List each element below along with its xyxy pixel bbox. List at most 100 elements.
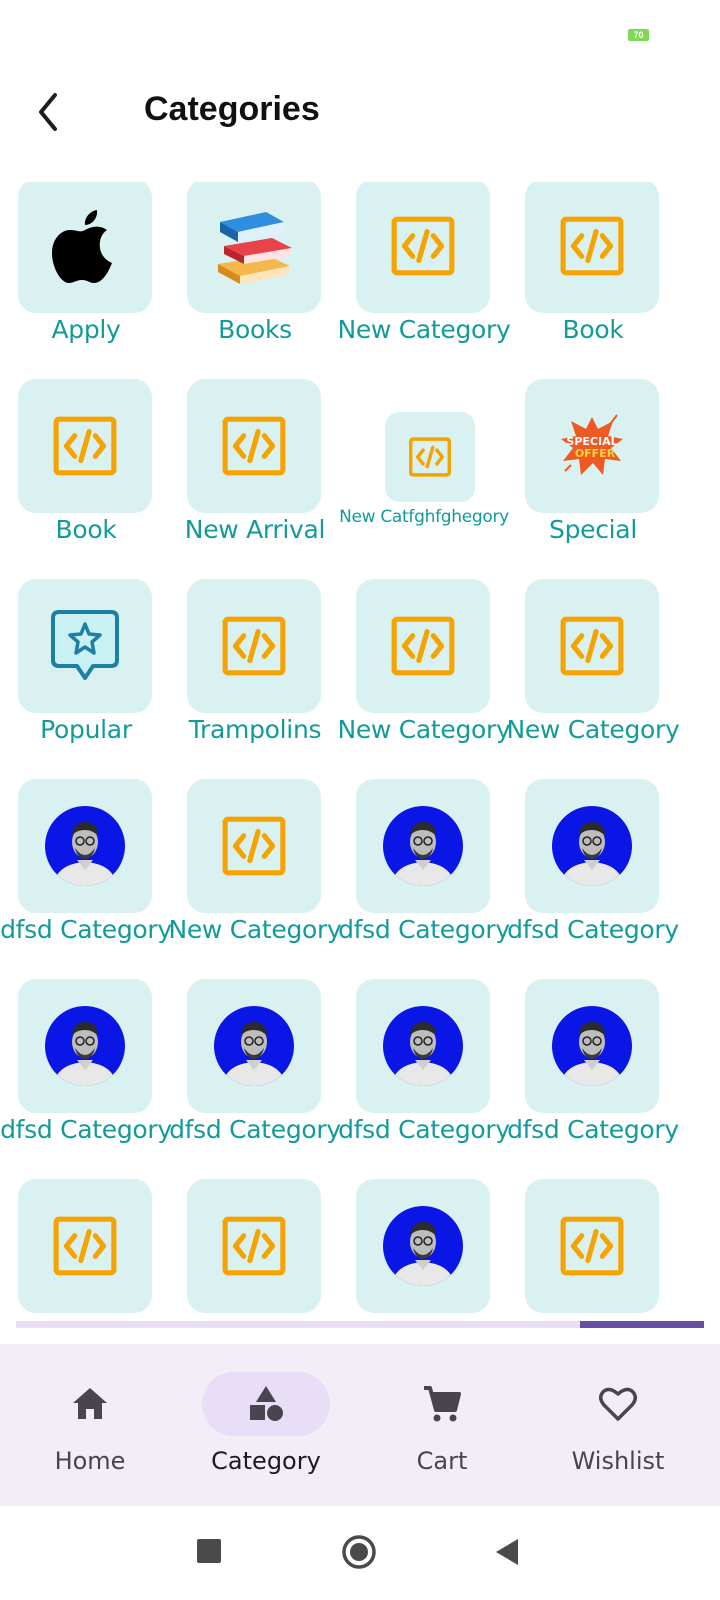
category-tile[interactable] — [356, 182, 490, 313]
back-arrow-icon — [39, 93, 57, 131]
category-item[interactable]: dfsd Category — [169, 979, 341, 1159]
category-tile[interactable] — [525, 579, 659, 713]
nav-label: Wishlist — [571, 1447, 665, 1475]
category-item[interactable]: SPECIAL OFFER Special — [507, 379, 679, 559]
avatar-photo — [383, 1006, 463, 1086]
avatar-photo — [552, 1006, 632, 1086]
category-tile[interactable] — [18, 979, 152, 1113]
category-item[interactable]: Trampolins — [169, 579, 341, 759]
category-label: dfsd Category — [507, 915, 679, 944]
category-tile[interactable] — [18, 379, 152, 513]
person-silhouette-icon — [222, 1022, 286, 1086]
category-tile[interactable]: SPECIAL OFFER — [525, 379, 659, 513]
books-emoji-icon — [218, 212, 292, 284]
nav-item-category[interactable]: Category — [176, 1344, 356, 1506]
category-item[interactable] — [0, 1179, 172, 1320]
category-item[interactable]: Book — [507, 182, 679, 359]
code-icon — [222, 616, 286, 676]
back-triangle-icon[interactable] — [494, 1537, 520, 1567]
category-tile[interactable] — [18, 182, 152, 313]
category-shapes-icon — [246, 1384, 286, 1424]
code-icon — [560, 1216, 624, 1276]
category-item[interactable] — [507, 1179, 679, 1320]
category-tile[interactable] — [385, 412, 475, 502]
nav-item-home[interactable]: Home — [0, 1344, 180, 1506]
code-icon — [53, 1216, 117, 1276]
svg-text:OFFER: OFFER — [575, 447, 616, 460]
code-icon — [222, 816, 286, 876]
category-item[interactable]: dfsd Category — [338, 979, 510, 1159]
category-tile[interactable] — [525, 1179, 659, 1313]
back-button[interactable] — [22, 86, 72, 136]
code-icon — [391, 216, 455, 276]
category-tile[interactable] — [356, 779, 490, 913]
nav-label: Cart — [416, 1447, 468, 1475]
category-tile[interactable] — [187, 579, 321, 713]
category-tile[interactable] — [187, 779, 321, 913]
category-item[interactable]: New Category — [337, 579, 511, 759]
category-item[interactable]: dfsd Category — [0, 979, 172, 1159]
special-offer-badge-icon: SPECIAL OFFER — [561, 414, 623, 475]
category-item[interactable]: New Arrival — [169, 379, 341, 559]
battery-icon: 70 — [628, 29, 649, 41]
person-silhouette-icon — [560, 1022, 624, 1086]
recents-square-icon[interactable] — [196, 1538, 222, 1564]
horizontal-scrollbar-thumb[interactable] — [580, 1321, 704, 1328]
category-tile[interactable] — [18, 579, 152, 713]
code-icon — [391, 616, 455, 676]
code-icon — [53, 416, 117, 476]
category-tile[interactable] — [356, 1179, 490, 1313]
category-item[interactable] — [338, 1179, 510, 1320]
avatar-photo — [383, 1206, 463, 1286]
category-label: New Category — [506, 715, 680, 744]
avatar-photo — [214, 1006, 294, 1086]
category-item[interactable]: Popular — [0, 579, 172, 759]
code-icon — [222, 416, 286, 476]
nav-label: Category — [211, 1447, 321, 1475]
category-label: Special — [549, 515, 637, 544]
category-item[interactable]: Books — [169, 182, 341, 359]
nav-item-wishlist[interactable]: Wishlist — [528, 1344, 708, 1506]
category-item[interactable]: New Category — [168, 779, 342, 959]
category-item[interactable]: New Category — [506, 579, 680, 759]
category-tile[interactable] — [18, 1179, 152, 1313]
category-item[interactable]: New Category — [337, 182, 511, 359]
category-tile[interactable] — [356, 979, 490, 1113]
category-item[interactable]: New Catfghfghegory — [338, 379, 510, 559]
category-tile[interactable] — [525, 182, 659, 313]
category-tile[interactable] — [187, 182, 321, 313]
category-grid: Apply Books New Category Book Book New A… — [0, 182, 720, 1320]
person-silhouette-icon — [391, 1022, 455, 1086]
category-tile[interactable] — [187, 1179, 321, 1313]
category-tile[interactable] — [187, 979, 321, 1113]
cart-icon — [422, 1384, 462, 1424]
person-silhouette-icon — [53, 822, 117, 886]
nav-label: Home — [54, 1447, 126, 1475]
category-item[interactable]: dfsd Category — [0, 779, 172, 959]
category-label: dfsd Category — [507, 1115, 679, 1144]
code-icon — [560, 616, 624, 676]
category-item[interactable]: dfsd Category — [338, 779, 510, 959]
category-tile[interactable] — [18, 779, 152, 913]
home-icon — [70, 1384, 110, 1424]
category-tile[interactable] — [187, 379, 321, 513]
category-tile[interactable] — [525, 979, 659, 1113]
app-bar: Categories — [0, 76, 720, 148]
category-item[interactable] — [169, 1179, 341, 1320]
category-label: Book — [562, 315, 624, 344]
code-icon — [222, 1216, 286, 1276]
person-silhouette-icon — [53, 1022, 117, 1086]
category-item[interactable]: dfsd Category — [507, 779, 679, 959]
category-tile[interactable] — [356, 579, 490, 713]
category-tile[interactable] — [525, 779, 659, 913]
person-silhouette-icon — [391, 822, 455, 886]
person-silhouette-icon — [391, 1222, 455, 1286]
category-item[interactable]: Apply — [0, 182, 172, 359]
category-item[interactable]: Book — [0, 379, 172, 559]
nav-item-cart[interactable]: Cart — [352, 1344, 532, 1506]
avatar-photo — [383, 806, 463, 886]
home-circle-icon[interactable] — [341, 1534, 377, 1570]
code-icon — [409, 437, 451, 477]
category-item[interactable]: dfsd Category — [507, 979, 679, 1159]
avatar-photo — [45, 1006, 125, 1086]
